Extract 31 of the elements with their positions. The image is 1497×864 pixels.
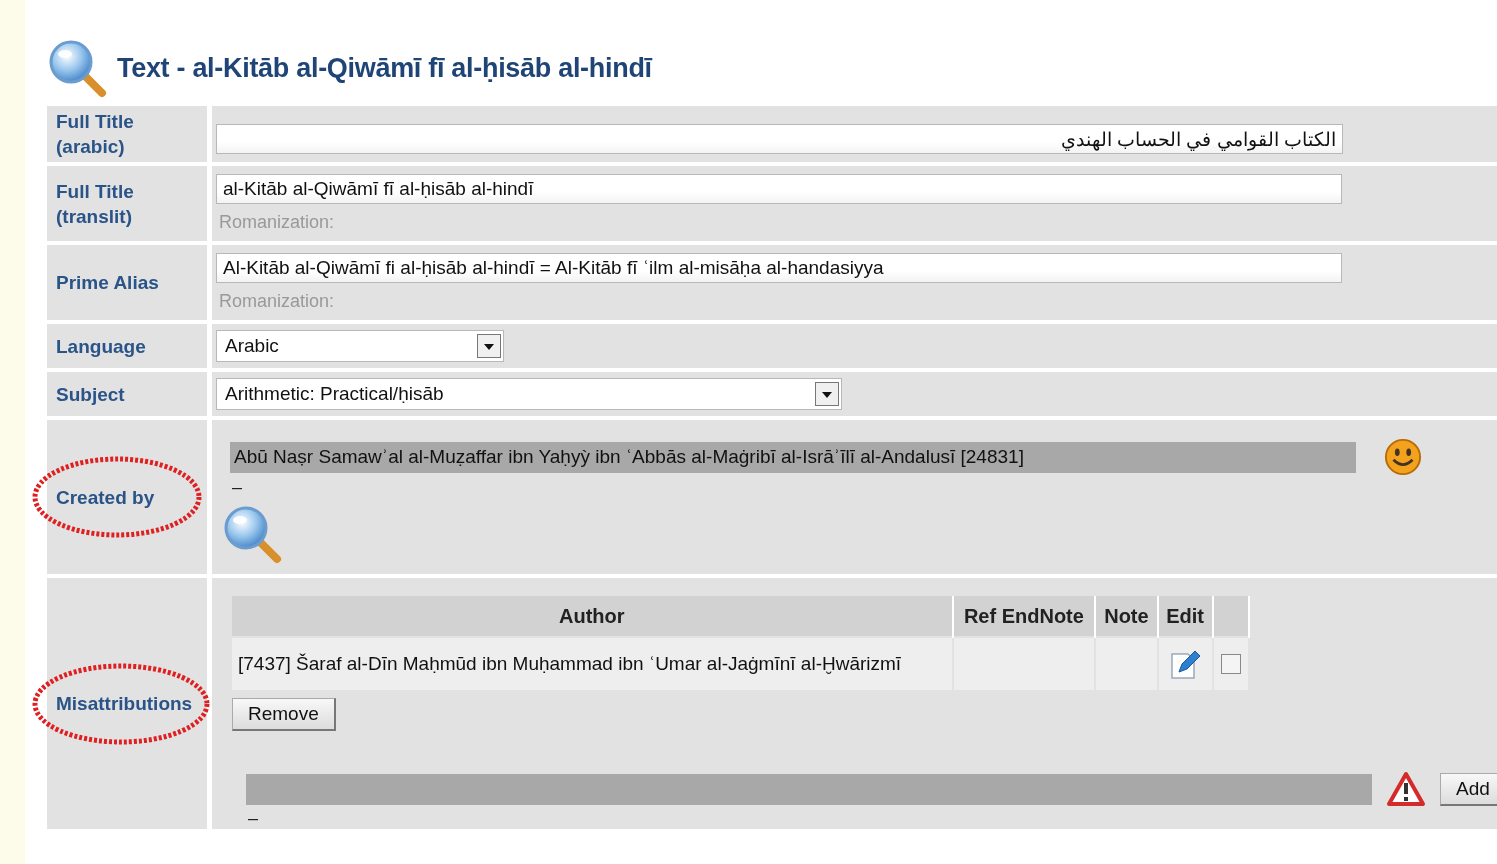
field-label: Created by <box>56 485 155 510</box>
author-value: Abū Naṣr Samawʾal al-Muẓaffar ibn Yaḥyỳ ibn ʿAbbās al-Maġribī al-Isrāʾīlī al-Andalusī [24831] <box>230 441 1356 473</box>
search-icon <box>222 504 282 564</box>
field-label: Full Title (translit) <box>56 179 135 229</box>
checkbox[interactable] <box>1220 654 1241 674</box>
field-label: Prime Alias <box>56 271 159 295</box>
dash-text: – <box>247 807 259 829</box>
column-header: Author <box>232 596 953 637</box>
text-field[interactable]: الكتاب القوامي في الحساب الهندي <box>216 124 1343 154</box>
smiley-icon <box>1384 438 1422 476</box>
column-header: Note <box>1095 596 1158 637</box>
field-label: Full Title (arabic) <box>56 110 135 159</box>
dash-text: – <box>231 476 243 498</box>
text-field[interactable]: Al-Kitāb al-Qiwāmī fi al-ḥisāb al-hindī = Al-Kitāb fī ʿilm al-misāḥa al-handasiyya <box>216 253 1342 283</box>
dropdown[interactable]: Arithmetic: Practical/ḥisāb <box>216 378 842 410</box>
add-button[interactable]: Add <box>1440 772 1497 806</box>
column-header: Edit <box>1157 596 1213 637</box>
field-label: Subject <box>56 382 125 407</box>
field-hint: Romanization: <box>218 212 336 233</box>
field-label: Language <box>56 334 146 359</box>
page-title: Text - al-Kitāb al-Qiwāmī fī al-ḥisāb al-hindī <box>117 52 652 84</box>
author-input-bar[interactable] <box>246 773 1372 805</box>
text-field[interactable]: al-Kitāb al-Qiwāmī fī al-ḥisāb al-hindī <box>216 174 1342 204</box>
column-header: Ref EndNote <box>952 596 1096 637</box>
dropdown[interactable]: Arabic <box>216 330 504 362</box>
field-hint: Romanization: <box>218 291 336 312</box>
search-icon <box>47 38 107 98</box>
remove-button[interactable]: Remove <box>232 698 336 731</box>
field-label: Misattributions <box>56 692 193 716</box>
table-cell: [7437] Šaraf al-Dīn Maḥmūd ibn Muḥammad ibn ʿUmar al-Jaġmīnī al-Ḫwārizmī <box>232 637 953 690</box>
warning-icon <box>1386 771 1426 807</box>
